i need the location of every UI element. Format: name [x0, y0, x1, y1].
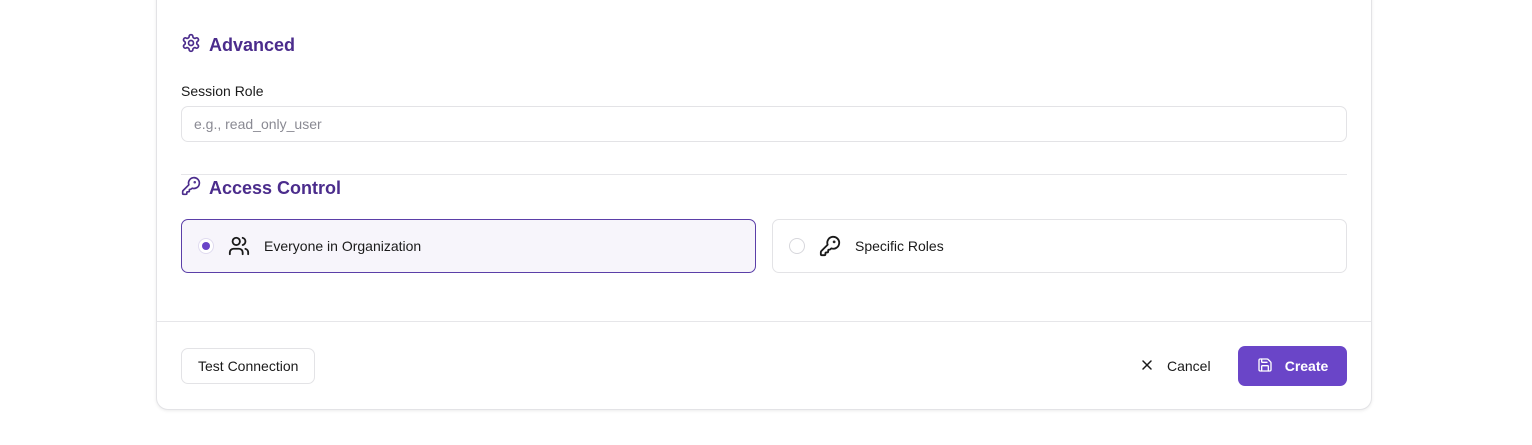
access-option-label: Everyone in Organization: [264, 238, 422, 254]
users-icon: [228, 235, 250, 257]
test-connection-label: Test Connection: [198, 358, 299, 374]
create-button[interactable]: Create: [1238, 346, 1347, 386]
key-icon: [181, 176, 201, 201]
access-control-section-heading: Access Control: [181, 176, 341, 201]
save-icon: [1257, 357, 1273, 376]
advanced-section-heading: Advanced: [181, 33, 295, 58]
session-role-input[interactable]: [181, 106, 1347, 142]
access-control-heading-text: Access Control: [209, 178, 342, 198]
access-option-label: Specific Roles: [855, 238, 944, 254]
connection-form-card: Advanced Session Role Access Control Eve…: [156, 0, 1372, 410]
radio-unselected[interactable]: [789, 238, 805, 254]
access-option-specific-roles[interactable]: Specific Roles: [772, 219, 1347, 273]
create-label: Create: [1284, 358, 1329, 374]
test-connection-button[interactable]: Test Connection: [181, 348, 316, 384]
section-divider: [181, 174, 1347, 175]
radio-selected[interactable]: [198, 238, 214, 254]
access-option-everyone[interactable]: Everyone in Organization: [181, 219, 756, 273]
cancel-label: Cancel: [1167, 358, 1211, 374]
session-role-label: Session Role: [181, 83, 264, 99]
footer-divider: [157, 321, 1371, 322]
gear-icon: [181, 33, 201, 58]
key-icon: [819, 235, 841, 257]
cancel-button[interactable]: Cancel: [1133, 346, 1217, 386]
close-icon: [1139, 357, 1155, 376]
advanced-heading-text: Advanced: [209, 35, 296, 55]
radio-dot: [202, 242, 210, 250]
